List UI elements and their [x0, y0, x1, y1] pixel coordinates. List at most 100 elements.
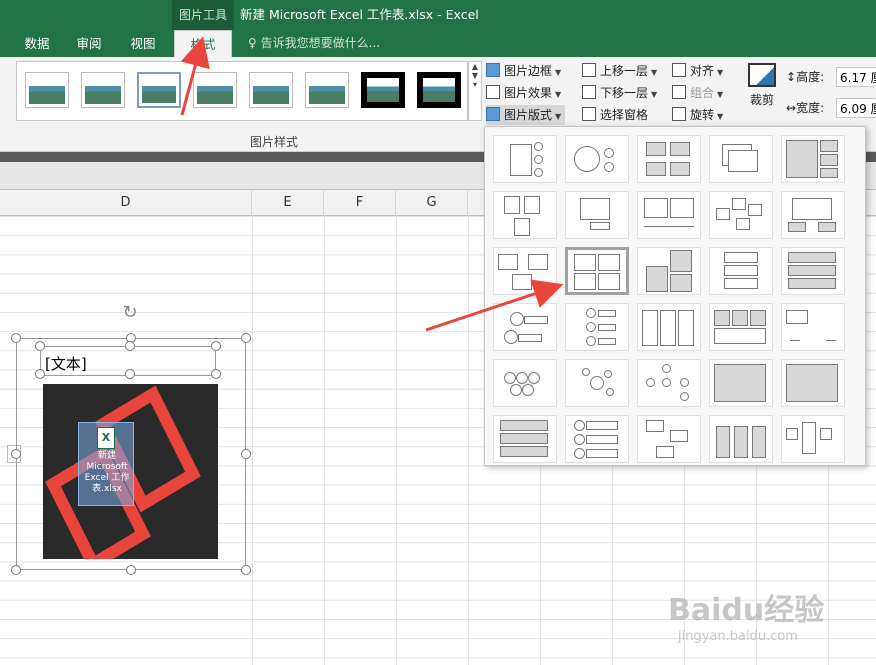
selection-pane-button[interactable]: 选择窗格	[582, 105, 648, 125]
tab-format[interactable]: 格式	[174, 30, 232, 57]
layout-option[interactable]	[709, 135, 773, 183]
layout-icon	[486, 107, 500, 121]
align-button[interactable]: 对齐 ▼	[672, 61, 723, 81]
resize-handle[interactable]	[241, 449, 251, 459]
layout-option[interactable]	[709, 191, 773, 239]
send-backward-icon	[582, 85, 596, 99]
layout-option[interactable]	[781, 415, 845, 463]
picture-style-thumb[interactable]	[81, 72, 125, 108]
column-header-g[interactable]: G	[396, 190, 468, 216]
picture-effects-button[interactable]: 图片效果 ▼	[486, 83, 561, 103]
layout-option[interactable]	[709, 359, 773, 407]
column-header-e[interactable]: E	[252, 190, 324, 216]
rotate-button[interactable]: 旋转 ▼	[672, 105, 723, 125]
send-backward-button[interactable]: 下移一层 ▼	[582, 83, 657, 103]
picture-style-thumb[interactable]	[25, 72, 69, 108]
width-label: ↔宽度:	[786, 101, 825, 115]
watermark-url: jingyan.baidu.com	[678, 629, 798, 644]
layout-option[interactable]	[637, 135, 701, 183]
chevron-down-icon: ▼	[651, 68, 658, 77]
layout-option[interactable]	[493, 359, 557, 407]
layout-option[interactable]	[709, 303, 773, 351]
layout-option[interactable]	[637, 359, 701, 407]
layout-option[interactable]	[493, 191, 557, 239]
layout-option[interactable]	[781, 135, 845, 183]
tell-me-search[interactable]: ♀ 告诉我您想要做什么...	[248, 30, 380, 57]
resize-handle[interactable]	[11, 565, 21, 575]
selection-pane-label: 选择窗格	[600, 108, 649, 122]
resize-handle[interactable]	[125, 369, 135, 379]
resize-handle[interactable]	[241, 333, 251, 343]
layout-option[interactable]	[781, 191, 845, 239]
smartart-text-placeholder[interactable]: [文本]	[35, 341, 221, 379]
excel-file-icon[interactable]: X 新建 Microsoft Excel 工作表.xlsx	[78, 422, 134, 506]
chevron-down-icon: ▼	[717, 112, 724, 121]
layout-option[interactable]	[565, 135, 629, 183]
grid-line	[324, 216, 325, 665]
width-input[interactable]	[836, 98, 876, 118]
layout-option[interactable]	[493, 247, 557, 295]
resize-handle[interactable]	[126, 565, 136, 575]
picture-effects-label: 图片效果	[504, 86, 553, 100]
resize-handle[interactable]	[125, 341, 135, 351]
rotate-label: 旋转	[690, 108, 715, 122]
group-button[interactable]: 组合 ▼	[672, 83, 723, 103]
height-input[interactable]	[836, 67, 876, 87]
resize-handle[interactable]	[11, 449, 21, 459]
picture-style-thumb[interactable]	[361, 72, 405, 108]
layout-option[interactable]	[565, 191, 629, 239]
layout-option[interactable]	[709, 415, 773, 463]
selection-pane-icon	[582, 107, 596, 121]
layout-option[interactable]	[493, 135, 557, 183]
layout-option[interactable]	[781, 359, 845, 407]
layout-option[interactable]	[493, 303, 557, 351]
layout-option[interactable]	[493, 415, 557, 463]
layout-option[interactable]	[637, 247, 701, 295]
gallery-scroll[interactable]: ▲ ▼ ▾	[468, 61, 482, 121]
column-header-f[interactable]: F	[324, 190, 396, 216]
watermark-brand: Baidu经验	[668, 593, 825, 628]
tab-data[interactable]: 数据	[14, 30, 60, 57]
tell-me-placeholder: 告诉我您想要做什么...	[260, 36, 381, 50]
layout-option[interactable]	[565, 415, 629, 463]
resize-handle[interactable]	[211, 369, 221, 379]
send-backward-label: 下移一层	[600, 86, 649, 100]
layout-option[interactable]	[709, 247, 773, 295]
layout-option[interactable]	[565, 303, 629, 351]
chevron-down-icon: ▼	[555, 112, 562, 121]
layout-option[interactable]	[565, 359, 629, 407]
picture-style-thumb[interactable]	[305, 72, 349, 108]
picture-styles-gallery	[16, 61, 468, 121]
chevron-down-icon: ▼	[651, 90, 658, 99]
pencil-icon	[486, 63, 500, 77]
layout-option[interactable]	[781, 303, 845, 351]
height-icon: ↕	[786, 70, 797, 84]
layout-option[interactable]	[637, 415, 701, 463]
layout-option[interactable]	[637, 303, 701, 351]
resize-handle[interactable]	[35, 369, 45, 379]
picture-style-thumb[interactable]	[417, 72, 461, 108]
group-label: 图片样式	[250, 135, 299, 149]
layout-option[interactable]	[781, 247, 845, 295]
picture-style-thumb[interactable]	[137, 72, 181, 108]
resize-handle[interactable]	[211, 341, 221, 351]
bring-forward-button[interactable]: 上移一层 ▼	[582, 61, 657, 81]
crop-button[interactable]: 裁剪	[744, 63, 780, 119]
resize-handle[interactable]	[35, 341, 45, 351]
layout-option[interactable]	[637, 191, 701, 239]
tab-review[interactable]: 审阅	[66, 30, 112, 57]
rotate-handle-icon[interactable]: ↻	[120, 303, 140, 323]
tab-view[interactable]: 视图	[120, 30, 166, 57]
resize-handle[interactable]	[11, 333, 21, 343]
placeholder-text: [文本]	[45, 355, 87, 373]
resize-handle[interactable]	[241, 565, 251, 575]
lightbulb-icon: ♀	[248, 36, 257, 50]
picture-style-thumb[interactable]	[249, 72, 293, 108]
picture-border-button[interactable]: 图片边框 ▼	[486, 61, 561, 81]
column-header-d[interactable]: D	[0, 190, 252, 216]
group-icon	[672, 85, 686, 99]
picture-style-thumb[interactable]	[193, 72, 237, 108]
height-label: ↕高度:	[786, 70, 825, 84]
picture-layout-button[interactable]: 图片版式 ▼	[486, 105, 566, 125]
layout-option-selected[interactable]	[565, 247, 629, 295]
